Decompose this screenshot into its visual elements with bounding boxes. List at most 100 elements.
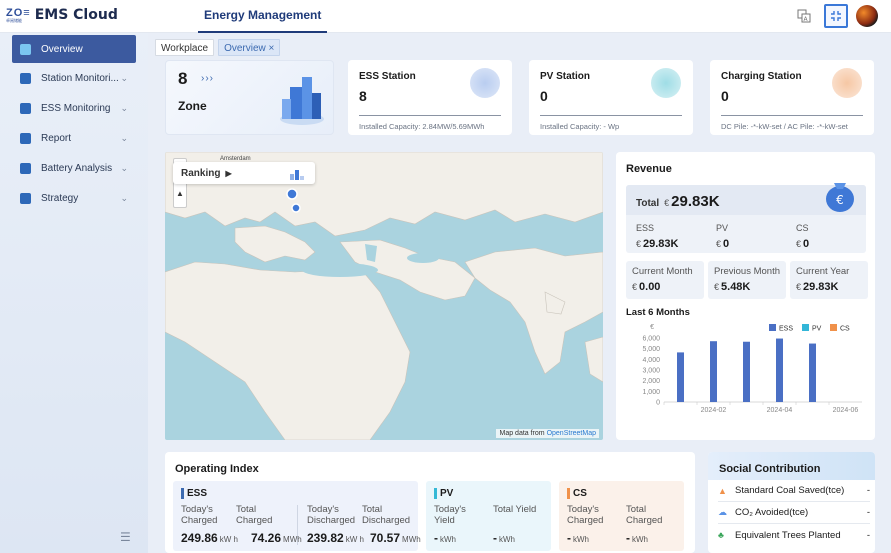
ess-today-discharged-label: Today's Discharged bbox=[307, 504, 356, 526]
logo-mark-sub: 卓阅储能 bbox=[6, 17, 22, 23]
revenue-ess-value: 29.83K bbox=[643, 238, 679, 250]
sidebar-item-ess-monitoring[interactable]: ESS Monitoring ⌄ bbox=[12, 94, 136, 122]
pv-station-card[interactable]: PV Station 0 Installed Capacity: - Wp bbox=[529, 60, 693, 135]
divider bbox=[359, 115, 501, 116]
ess-total-discharged: 70.57 MWh bbox=[370, 531, 421, 545]
y-tick-label: 3,000 bbox=[642, 368, 660, 375]
revenue-total-value: €29.83K bbox=[664, 193, 719, 210]
translate-icon[interactable]: A bbox=[794, 6, 814, 26]
divider bbox=[721, 115, 863, 116]
collapse-menu-icon[interactable]: ☰ bbox=[120, 530, 131, 544]
y-axis-unit: € bbox=[650, 324, 654, 331]
ess-total-discharged-label: Total Discharged bbox=[362, 504, 411, 526]
ess-station-title: ESS Station bbox=[359, 71, 416, 82]
bar-ess bbox=[710, 341, 717, 402]
sidebar-item-battery-analysis[interactable]: Battery Analysis ⌄ bbox=[12, 154, 136, 182]
sidebar-item-label: Battery Analysis bbox=[41, 162, 113, 174]
revenue-cs-label: CS bbox=[796, 223, 809, 233]
unit: kW h bbox=[219, 535, 238, 544]
zone-card[interactable]: 8 ››› Zone bbox=[165, 60, 334, 135]
tab-workplace[interactable]: Workplace bbox=[155, 39, 215, 56]
cs-total-charged-value: - bbox=[626, 531, 630, 545]
y-tick-label: 0 bbox=[656, 400, 660, 407]
operating-ess-label: ESS bbox=[181, 488, 207, 499]
unit: kWh bbox=[632, 535, 648, 544]
revenue-ess-label: ESS bbox=[636, 223, 655, 233]
pv-total-yield-value: - bbox=[493, 531, 497, 545]
map-attribution: Map data from OpenStreetMap bbox=[496, 429, 599, 438]
charging-station-count: 0 bbox=[721, 88, 729, 104]
svg-text:€: € bbox=[836, 193, 844, 207]
battery-analysis-icon bbox=[20, 162, 31, 174]
pv-station-title: PV Station bbox=[540, 71, 591, 82]
revenue-summary: Total €29.83K € ESS €29.83K PV €0 CS €0 bbox=[626, 183, 866, 253]
last-6-months-label: Last 6 Months bbox=[626, 307, 690, 318]
station-monitoring-icon bbox=[20, 72, 31, 84]
station-map[interactable]: Amsterdam + − ▲ Ranking ▶ Map data from … bbox=[165, 152, 603, 440]
current-year-label: Current Year bbox=[796, 266, 850, 277]
page-tabs: Workplace Overview × bbox=[155, 39, 281, 56]
ranking-label: Ranking bbox=[181, 167, 221, 179]
total-amount: 29.83K bbox=[671, 193, 720, 210]
ess-total-charged: 74.26 MWh bbox=[251, 531, 302, 545]
operating-index-title: Operating Index bbox=[175, 463, 259, 475]
tab-overview[interactable]: Overview × bbox=[218, 39, 281, 56]
sidebar-item-label: Overview bbox=[41, 43, 83, 55]
bar-ess bbox=[809, 343, 816, 402]
currency-symbol: € bbox=[716, 239, 722, 249]
openstreetmap-link[interactable]: OpenStreetMap bbox=[547, 430, 596, 437]
sidebar-item-station-monitoring[interactable]: Station Monitori... ⌄ bbox=[12, 64, 136, 92]
y-tick-label: 6,000 bbox=[642, 336, 660, 343]
currency-symbol: € bbox=[632, 282, 638, 292]
podium-icon bbox=[290, 170, 304, 180]
social-row-value: - bbox=[866, 529, 870, 541]
sidebar-item-label: ESS Monitoring bbox=[41, 102, 111, 114]
compass-icon[interactable]: ▲ bbox=[174, 187, 186, 201]
divider bbox=[540, 115, 682, 116]
unit: MWh bbox=[402, 535, 421, 544]
charging-station-card[interactable]: Charging Station 0 DC Pile: -*-kW-set / … bbox=[710, 60, 874, 135]
pv-station-count: 0 bbox=[540, 88, 548, 104]
top-bar: ZO≡ 卓阅储能 EMS Cloud Energy Management A bbox=[0, 0, 891, 33]
revenue-pv-value: 0 bbox=[723, 238, 730, 250]
sidebar-item-report[interactable]: Report ⌄ bbox=[12, 124, 136, 152]
nav-tab-energy-management[interactable]: Energy Management bbox=[198, 8, 328, 33]
social-row-co2: ☁ CO₂ Avoided(tce) - bbox=[718, 502, 870, 524]
operating-ess-block: ESS Today's Charged Total Charged Today'… bbox=[173, 481, 421, 551]
sidebar-item-label: Station Monitori... bbox=[41, 72, 119, 84]
y-tick-label: 2,000 bbox=[642, 378, 660, 385]
operating-pv-block: PV Today's Yield Total Yield - kWh - kWh bbox=[426, 481, 551, 551]
ess-today-discharged-value: 239.82 bbox=[307, 531, 344, 545]
fullscreen-icon[interactable] bbox=[824, 4, 848, 28]
cs-total-charged-label: Total Charged bbox=[626, 504, 663, 526]
user-avatar[interactable] bbox=[856, 5, 878, 27]
pv-today-yield-value: - bbox=[434, 531, 438, 545]
legend-label: ESS bbox=[779, 326, 793, 333]
legend-label: CS bbox=[840, 326, 850, 333]
pv-total-yield-label: Total Yield bbox=[493, 504, 537, 515]
charging-pile-info: DC Pile: -*-kW-set / AC Pile: -*-kW-set bbox=[721, 122, 848, 131]
sidebar-item-label: Report bbox=[41, 132, 72, 144]
ess-installed-capacity: Installed Capacity: 2.84MW/5.69MWh bbox=[359, 122, 485, 131]
previous-month-label: Previous Month bbox=[714, 266, 781, 277]
app-logo[interactable]: ZO≡ 卓阅储能 EMS Cloud bbox=[6, 7, 118, 23]
ess-station-card[interactable]: ESS Station 8 Installed Capacity: 2.84MW… bbox=[348, 60, 512, 135]
revenue-cs-value: 0 bbox=[803, 238, 810, 250]
currency-symbol: € bbox=[796, 282, 802, 292]
unit: kWh bbox=[499, 535, 515, 544]
cs-total-charged: - kWh bbox=[626, 531, 648, 545]
ess-station-count: 8 bbox=[359, 88, 367, 104]
strategy-icon bbox=[20, 192, 31, 204]
operating-cs-label: CS bbox=[567, 488, 587, 499]
zone-count: 8 bbox=[178, 69, 188, 88]
pv-total-yield: - kWh bbox=[493, 531, 515, 545]
cs-today-charged-value: - bbox=[567, 531, 571, 545]
sidebar-item-strategy[interactable]: Strategy ⌄ bbox=[12, 184, 136, 212]
currency-symbol: € bbox=[664, 198, 670, 208]
legend-label: PV bbox=[812, 326, 822, 333]
sidebar-item-overview[interactable]: Overview bbox=[12, 35, 136, 63]
caret-right-icon: ▶ bbox=[225, 168, 232, 178]
social-row-label: CO₂ Avoided(tce) bbox=[735, 507, 809, 518]
ranking-dropdown[interactable]: Ranking ▶ bbox=[173, 162, 315, 184]
sidebar-item-label: Strategy bbox=[41, 192, 79, 204]
